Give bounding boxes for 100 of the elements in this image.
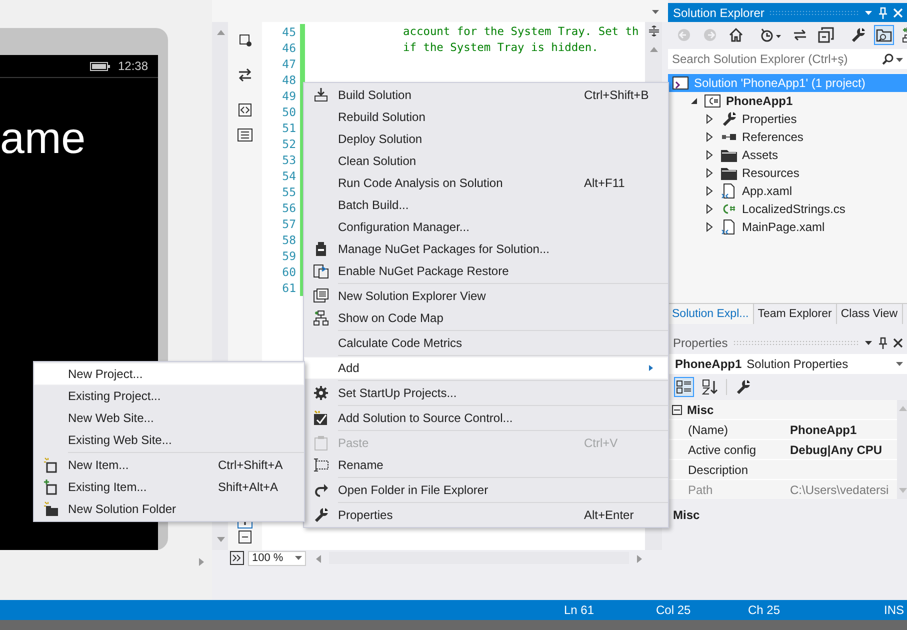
tree-item[interactable]: App.xaml	[668, 182, 907, 200]
sort-alphabetical-icon[interactable]	[702, 379, 718, 395]
battery-icon	[90, 62, 110, 70]
tree-item[interactable]: PhoneApp1	[668, 92, 907, 110]
line-number: 59	[281, 248, 296, 264]
line-number: 46	[281, 40, 296, 56]
line-number: 45	[281, 24, 296, 40]
line-number: 56	[281, 200, 296, 216]
tree-item-label: PhoneApp1	[726, 94, 793, 108]
folder-icon	[720, 165, 738, 181]
wrench-icon	[313, 507, 329, 523]
panel-tab[interactable]: Solution Expl...	[668, 304, 754, 324]
menu-item[interactable]: New Solution Explorer View	[304, 285, 668, 307]
line-number: 50	[281, 104, 296, 120]
collapse-all-icon[interactable]	[818, 27, 834, 43]
document-list-icon[interactable]	[237, 127, 253, 143]
line-number: 53	[281, 152, 296, 168]
rename-icon	[313, 457, 329, 473]
dropdown-caret-icon[interactable]	[864, 338, 873, 347]
zoom-dropdown[interactable]: 100 %	[248, 550, 306, 566]
tree-item[interactable]: LocalizedStrings.cs	[668, 200, 907, 218]
menu-item[interactable]: Configuration Manager...	[304, 216, 668, 238]
panel-title: Properties	[673, 336, 728, 350]
pin-icon[interactable]	[878, 336, 888, 348]
menu-item[interactable]: Rename	[304, 454, 668, 476]
menu-item[interactable]: New Solution Folder	[34, 498, 304, 520]
collapse-box-icon[interactable]	[672, 404, 682, 414]
code-line: account for the System Tray. Set th	[403, 24, 640, 40]
tree-item[interactable]: Properties	[668, 110, 907, 128]
menu-item[interactable]: Batch Build...	[304, 194, 668, 216]
line-number: 58	[281, 232, 296, 248]
tree-item-label: References	[742, 130, 804, 144]
existing-item-icon	[43, 479, 59, 495]
property-value[interactable]: Debug|Any CPU	[790, 442, 897, 456]
menu-item[interactable]: Manage NuGet Packages for Solution...	[304, 238, 668, 260]
split-handle-icon[interactable]	[648, 25, 660, 37]
panel-tab[interactable]: Team Explorer	[754, 304, 837, 324]
menu-item[interactable]: New Project...	[34, 363, 304, 385]
tree-item-label: LocalizedStrings.cs	[742, 202, 846, 216]
menu-item[interactable]: Run Code Analysis on Solution Alt+F11	[304, 172, 668, 194]
sync-icon[interactable]	[792, 27, 808, 43]
clock-icon[interactable]	[760, 27, 782, 43]
csharp-project-icon	[704, 93, 722, 109]
menu-item[interactable]: Calculate Code Metrics	[304, 332, 668, 354]
collapse-icon[interactable]	[237, 529, 253, 545]
menu-item[interactable]: Properties Alt+Enter	[304, 504, 668, 526]
tree-item-label: MainPage.xaml	[742, 220, 825, 234]
dropdown-caret-icon[interactable]	[295, 556, 302, 560]
menu-item[interactable]: Add	[304, 357, 668, 379]
tree-item[interactable]: Assets	[668, 146, 907, 164]
dropdown-caret-icon[interactable]	[896, 362, 903, 366]
dropdown-caret-icon[interactable]	[896, 56, 903, 62]
menu-item[interactable]: Build Solution Ctrl+Shift+B	[304, 84, 668, 106]
property-name: Path	[688, 482, 714, 496]
menu-item[interactable]: Enable NuGet Package Restore	[304, 260, 668, 282]
close-icon[interactable]	[893, 338, 903, 348]
menu-item[interactable]: Existing Web Site...	[34, 429, 304, 451]
source-control-icon	[313, 410, 329, 426]
phone-clock: 12:38	[118, 59, 148, 73]
line-number: 57	[281, 216, 296, 232]
tree-item-label: Assets	[742, 148, 778, 162]
menu-item[interactable]: Rebuild Solution	[304, 106, 668, 128]
selection-icon[interactable]	[237, 32, 253, 48]
tree-item[interactable]: MainPage.xaml	[668, 218, 907, 236]
search-icon[interactable]	[882, 53, 894, 65]
menu-item[interactable]: Deploy Solution	[304, 128, 668, 150]
menu-item[interactable]: Set StartUp Projects...	[304, 382, 668, 404]
panel-title: Solution Explorer	[673, 6, 764, 20]
preview-icon[interactable]	[876, 27, 892, 43]
wrench-icon[interactable]	[850, 27, 866, 43]
tree-item-label: Properties	[742, 112, 797, 126]
object-selector[interactable]: PhoneApp1 Solution Properties	[668, 354, 907, 374]
tree-item-label: App.xaml	[742, 184, 792, 198]
menu-item[interactable]: Clean Solution	[304, 150, 668, 172]
clipboard-icon	[313, 435, 329, 451]
search-field[interactable]: Search Solution Explorer (Ctrl+ş)	[668, 49, 907, 69]
property-name: Active config	[688, 442, 758, 456]
line-number: 60	[281, 264, 296, 280]
menu-item[interactable]: Open Folder in File Explorer	[304, 479, 668, 501]
code-view-icon[interactable]	[237, 102, 253, 118]
menu-item[interactable]: Add Solution to Source Control...	[304, 407, 668, 429]
panel-tab[interactable]: Class View	[836, 304, 903, 324]
home-icon[interactable]	[728, 27, 744, 43]
property-value[interactable]: PhoneApp1	[790, 422, 897, 436]
line-number: 52	[281, 136, 296, 152]
menu-item[interactable]: New Item... Ctrl+Shift+A	[34, 454, 304, 476]
menu-item[interactable]: Existing Item... Shift+Alt+A	[34, 476, 304, 498]
swap-arrows-icon[interactable]	[237, 67, 253, 83]
menu-item[interactable]: Show on Code Map	[304, 307, 668, 329]
tree-item[interactable]: References	[668, 128, 907, 146]
tree-item[interactable]: Resources	[668, 164, 907, 182]
menu-item[interactable]: Existing Project...	[34, 385, 304, 407]
wrench-icon[interactable]	[735, 379, 751, 395]
character-indicator: Ch 25	[748, 603, 782, 617]
expand-panel-icon[interactable]	[230, 551, 244, 565]
column-indicator: Col 25	[656, 603, 692, 617]
menu-item[interactable]: New Web Site...	[34, 407, 304, 429]
categorized-icon[interactable]	[676, 379, 692, 395]
code-map-icon	[313, 310, 329, 326]
description-title: Misc	[672, 507, 701, 522]
